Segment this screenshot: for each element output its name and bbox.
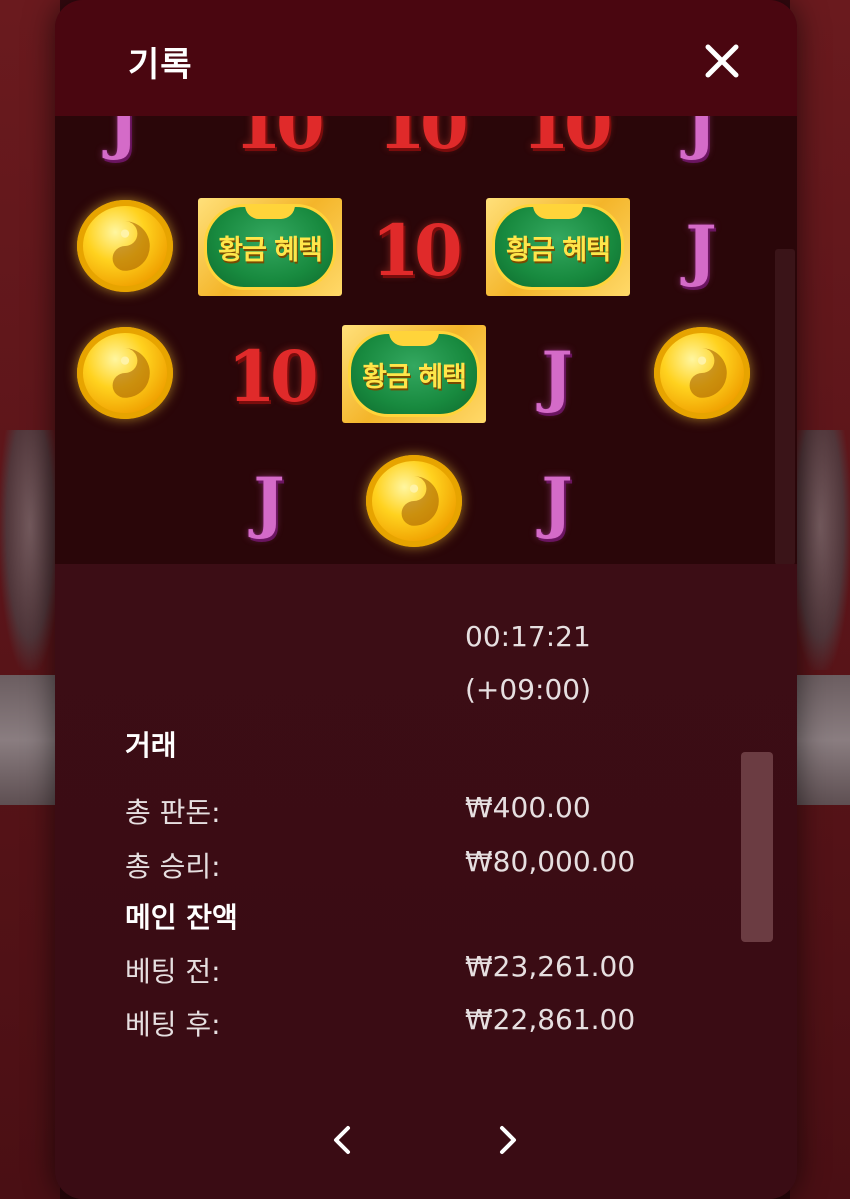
reel-result-grid[interactable]: J 10 10 10 J 황금 혜택 10 황금 혜택 J 10 황금 혜택 J bbox=[55, 116, 797, 564]
history-pager bbox=[55, 1064, 797, 1199]
symbol-coin bbox=[77, 327, 173, 419]
symbol-j: J bbox=[541, 463, 573, 541]
symbol-bonus: 황금 혜택 bbox=[342, 325, 486, 423]
total-win-label: 총 승리: bbox=[125, 850, 221, 883]
total-bet-value: ₩400.00 bbox=[465, 791, 591, 824]
symbol-bonus: 황금 혜택 bbox=[198, 198, 342, 296]
details-scrollbar[interactable] bbox=[741, 752, 773, 942]
symbol-coin bbox=[77, 200, 173, 292]
symbol-j: J bbox=[685, 116, 717, 162]
spin-details-panel[interactable]: 00:17:21 (+09:00) 거래 총 판돈: ₩400.00 총 승리:… bbox=[55, 564, 797, 1064]
next-button[interactable] bbox=[487, 1120, 527, 1160]
symbol-coin bbox=[654, 327, 750, 419]
main-balance-heading: 메인 잔액 bbox=[125, 901, 238, 934]
bonus-label: 황금 혜택 bbox=[362, 361, 467, 393]
close-icon bbox=[705, 44, 739, 78]
chevron-right-icon bbox=[500, 1126, 516, 1154]
modal-header: 기록 bbox=[55, 0, 797, 116]
transaction-heading: 거래 bbox=[125, 729, 177, 762]
yin-yang-coin-icon bbox=[77, 327, 173, 419]
symbol-ten: 10 bbox=[227, 334, 318, 418]
symbol-j: J bbox=[685, 211, 717, 289]
close-button[interactable] bbox=[699, 38, 745, 84]
background-lion-statue-left bbox=[0, 430, 60, 670]
symbol-coin bbox=[366, 455, 462, 547]
symbol-j: J bbox=[107, 116, 139, 162]
previous-button[interactable] bbox=[323, 1120, 363, 1160]
total-win-value: ₩80,000.00 bbox=[465, 845, 636, 878]
yin-yang-coin-icon bbox=[77, 200, 173, 292]
bet-timezone: (+09:00) bbox=[465, 673, 591, 706]
bonus-label: 황금 혜택 bbox=[218, 234, 323, 266]
before-bet-label: 베팅 전: bbox=[125, 955, 221, 988]
bet-time: 00:17:21 bbox=[465, 620, 591, 653]
modal-title: 기록 bbox=[128, 45, 193, 85]
symbol-ten: 10 bbox=[377, 116, 468, 165]
background-stone-left bbox=[0, 675, 60, 805]
after-bet-label: 베팅 후: bbox=[125, 1008, 221, 1041]
symbol-ten: 10 bbox=[521, 116, 612, 165]
yin-yang-coin-icon bbox=[366, 455, 462, 547]
total-bet-label: 총 판돈: bbox=[125, 796, 221, 829]
after-bet-value: ₩22,861.00 bbox=[465, 1003, 636, 1036]
symbol-j: J bbox=[253, 463, 285, 541]
history-modal: 기록 J 10 10 10 J 황금 혜택 10 황금 혜택 J 10 황금 혜… bbox=[55, 0, 797, 1199]
symbol-ten: 10 bbox=[233, 116, 324, 165]
before-bet-value: ₩23,261.00 bbox=[465, 950, 636, 983]
yin-yang-coin-icon bbox=[654, 327, 750, 419]
background-stone-right bbox=[790, 675, 850, 805]
reel-scrollbar[interactable] bbox=[775, 249, 795, 564]
symbol-bonus: 황금 혜택 bbox=[486, 198, 630, 296]
background-lion-statue-right bbox=[790, 430, 850, 670]
symbol-j: J bbox=[541, 337, 573, 415]
symbol-ten: 10 bbox=[371, 208, 462, 292]
chevron-left-icon bbox=[334, 1126, 350, 1154]
bonus-label: 황금 혜택 bbox=[506, 234, 611, 266]
